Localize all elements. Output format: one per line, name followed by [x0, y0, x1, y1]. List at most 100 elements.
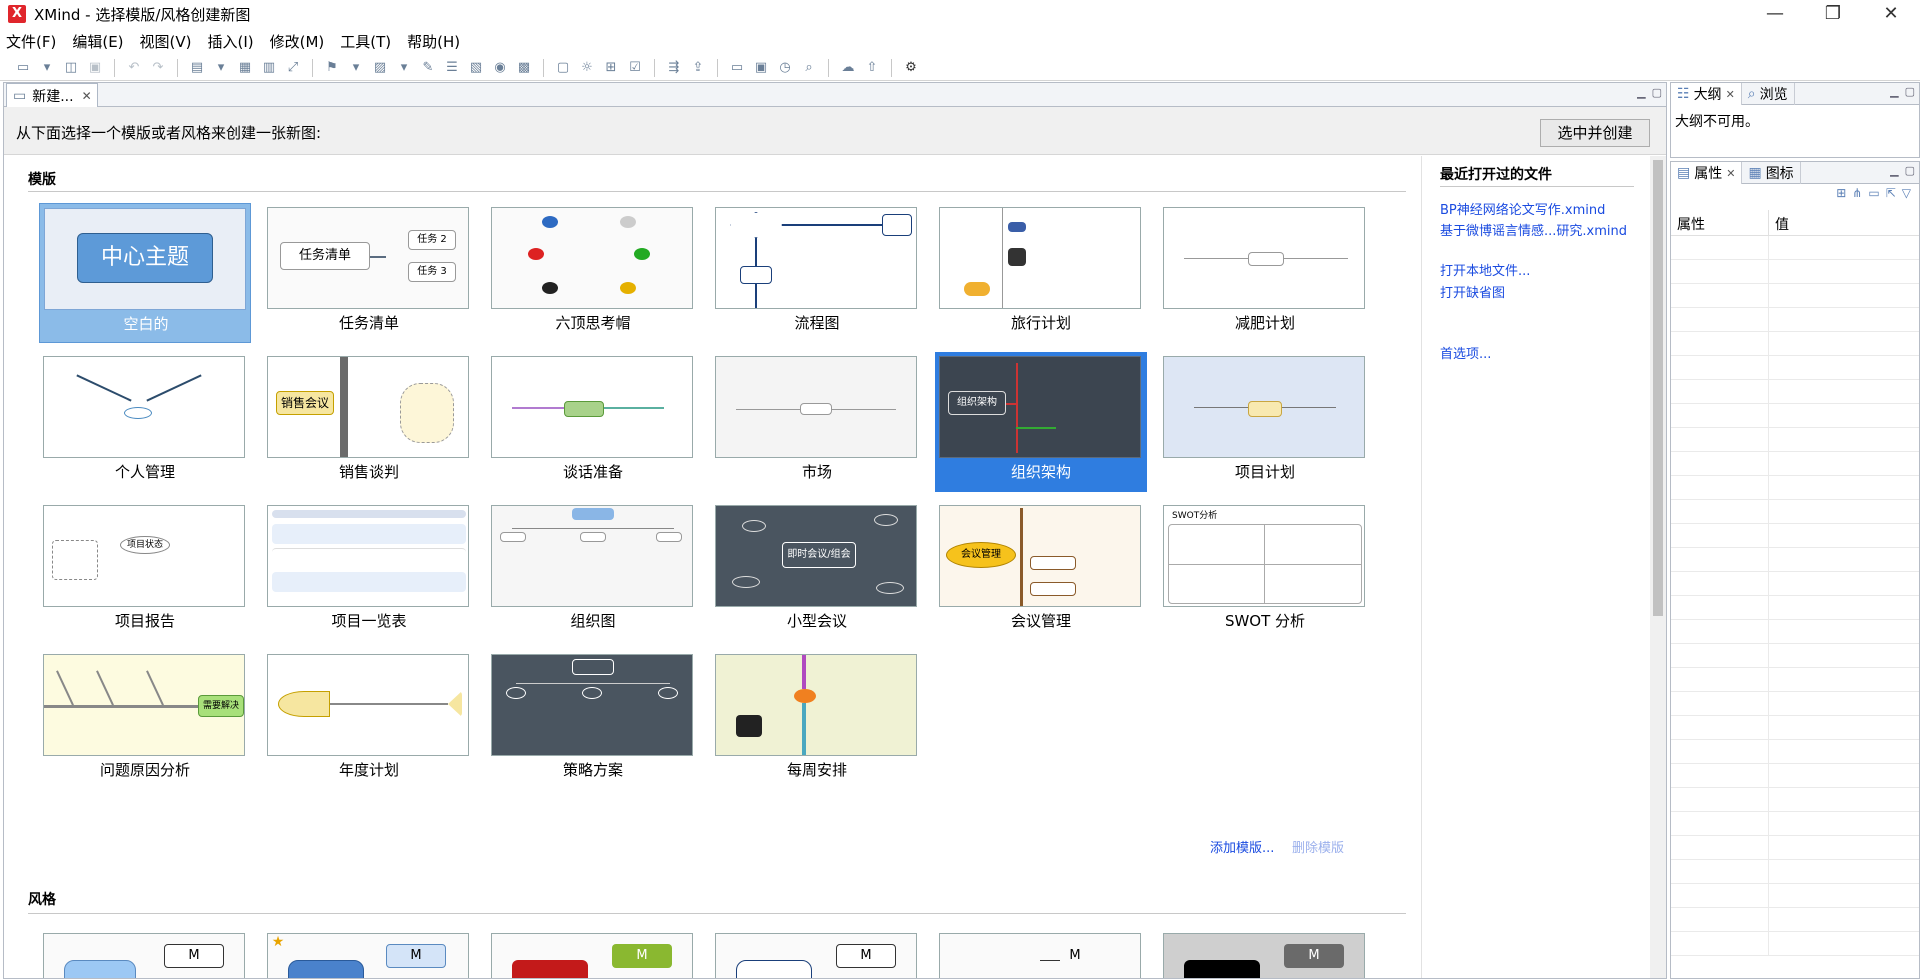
maximize-panel-icon[interactable]: ▢ — [1905, 85, 1915, 98]
dropdown-icon[interactable]: ▾ — [212, 59, 230, 77]
delete-template-link[interactable]: 删除模版 — [1292, 837, 1344, 856]
categorize-icon[interactable]: ⊞ — [1836, 186, 1846, 200]
note-icon[interactable]: ◉ — [491, 59, 509, 77]
template-blank[interactable]: 中心主题 空白的 — [39, 203, 251, 343]
open-icon[interactable]: ◫ — [62, 59, 80, 77]
dropdown-icon[interactable]: ▾ — [38, 59, 56, 77]
dropdown-icon[interactable]: ▾ — [395, 59, 413, 77]
search-icon[interactable]: ⌕ — [800, 59, 818, 77]
subtopic-icon[interactable]: ▦ — [236, 59, 254, 77]
tab-close-icon[interactable]: ✕ — [1726, 167, 1735, 180]
style-thumbnail[interactable]: ★ M — [263, 929, 475, 978]
new-map-icon[interactable]: ▭ — [14, 59, 32, 77]
maximize-button[interactable]: ❐ — [1804, 0, 1862, 28]
preferences-link[interactable]: 首选项... — [1440, 343, 1491, 362]
task-icon[interactable]: ⊞ — [602, 59, 620, 77]
export-icon[interactable]: ⇪ — [689, 59, 707, 77]
style-thumbnail[interactable]: M — [39, 929, 251, 978]
lightbulb-icon[interactable]: ☼ — [578, 59, 596, 77]
style-thumbnail[interactable]: M — [487, 929, 699, 978]
template-strategy-plan[interactable]: 策略方案 — [487, 650, 699, 790]
template-travel-plan[interactable]: 旅行计划 — [935, 203, 1147, 343]
maximize-panel-icon[interactable]: ▢ — [1905, 164, 1915, 177]
template-personal-management[interactable]: 个人管理 — [39, 352, 251, 492]
template-meeting-management[interactable]: 会议管理 会议管理 — [935, 501, 1147, 641]
tab-close-icon[interactable]: ✕ — [82, 89, 92, 103]
add-template-link[interactable]: 添加模版... — [1210, 837, 1274, 856]
attachment-icon[interactable]: ✎ — [419, 59, 437, 77]
menu-file[interactable]: 文件(F) — [6, 31, 56, 52]
template-project-overview[interactable]: 项目一览表 — [263, 501, 475, 641]
label-icon[interactable]: ▧ — [467, 59, 485, 77]
template-market[interactable]: 市场 — [711, 352, 923, 492]
template-annual-plan[interactable]: 年度计划 — [263, 650, 475, 790]
recent-file-link[interactable]: BP神经网络论文写作.xmind — [1440, 199, 1605, 218]
view-menu-icon[interactable]: ▽ — [1902, 186, 1911, 200]
template-org-chart[interactable]: 组织图 — [487, 501, 699, 641]
insert-topic-icon[interactable]: ▤ — [188, 59, 206, 77]
menu-edit[interactable]: 编辑(E) — [72, 31, 123, 52]
share-icon[interactable]: ⇶ — [665, 59, 683, 77]
upload-icon[interactable]: ⇧ — [863, 59, 881, 77]
menu-modify[interactable]: 修改(M) — [270, 31, 325, 52]
template-problem-cause-analysis[interactable]: 需要解决 问题原因分析 — [39, 650, 251, 790]
vertical-scrollbar[interactable] — [1650, 156, 1666, 978]
template-diet-plan[interactable]: 减肥计划 — [1159, 203, 1371, 343]
layout-icon[interactable]: ▭ — [728, 59, 746, 77]
template-flowchart[interactable]: 流程图 — [711, 203, 923, 343]
style-thumbnail[interactable]: M — [1159, 929, 1371, 978]
undo-icon[interactable]: ↶ — [125, 59, 143, 77]
tab-outline[interactable]: ☷ 大纲 ✕ — [1671, 83, 1742, 105]
pin-icon[interactable]: ⇱ — [1886, 186, 1896, 200]
advanced-icon[interactable]: ⋔ — [1852, 186, 1862, 200]
dropdown-icon[interactable]: ▾ — [347, 59, 365, 77]
template-weekly-schedule[interactable]: 每周安排 — [711, 650, 923, 790]
template-project-plan[interactable]: 项目计划 — [1159, 352, 1371, 492]
save-icon[interactable]: ▣ — [86, 59, 104, 77]
filter-icon[interactable]: ☑ — [626, 59, 644, 77]
image-icon[interactable]: ▨ — [371, 59, 389, 77]
minimize-panel-icon[interactable]: ▁ — [1637, 86, 1645, 99]
open-local-file-link[interactable]: 打开本地文件... — [1440, 260, 1530, 279]
menu-tools[interactable]: 工具(T) — [340, 31, 391, 52]
recent-file-link[interactable]: 基于微博谣言情感...研究.xmind — [1440, 220, 1627, 239]
template-talk-preparation[interactable]: 谈话准备 — [487, 352, 699, 492]
menu-help[interactable]: 帮助(H) — [407, 31, 460, 52]
tab-icons[interactable]: ▦ 图标 — [1742, 162, 1801, 184]
tab-close-icon[interactable]: ✕ — [1726, 88, 1735, 101]
redo-icon[interactable]: ↷ — [149, 59, 167, 77]
open-default-map-link[interactable]: 打开缺省图 — [1440, 282, 1505, 301]
template-sales-negotiation[interactable]: 销售会议 销售谈判 — [263, 352, 475, 492]
close-button[interactable]: ✕ — [1862, 0, 1920, 28]
scrollbar-thumb[interactable] — [1653, 160, 1663, 616]
marker-icon[interactable]: ⚑ — [323, 59, 341, 77]
theme-icon[interactable]: ▣ — [752, 59, 770, 77]
settings-icon[interactable]: ⚙ — [902, 59, 920, 77]
minimize-panel-icon[interactable]: ▁ — [1890, 85, 1898, 98]
tab-browse[interactable]: ⌕ 浏览 — [1742, 83, 1795, 105]
relationship-icon[interactable]: ⤢ — [284, 59, 302, 77]
template-six-hats[interactable]: 六顶思考帽 — [487, 203, 699, 343]
create-button[interactable]: 选中并创建 — [1540, 119, 1650, 147]
presentation-icon[interactable]: ▢ — [554, 59, 572, 77]
template-org-structure[interactable]: 组织架构 组织架构 — [935, 352, 1147, 492]
boundary-icon[interactable]: ▩ — [515, 59, 533, 77]
tab-properties[interactable]: ▤ 属性 ✕ — [1671, 162, 1743, 184]
summary-icon[interactable]: ☰ — [443, 59, 461, 77]
style-thumbnail[interactable]: M — [711, 929, 923, 978]
template-swot-analysis[interactable]: SWOT分析 SWOT 分析 — [1159, 501, 1371, 641]
template-small-meeting[interactable]: 即时会议/组会 小型会议 — [711, 501, 923, 641]
template-project-report[interactable]: 项目状态 项目报告 — [39, 501, 251, 641]
maximize-panel-icon[interactable]: ▢ — [1652, 86, 1662, 99]
style-icon[interactable]: ◷ — [776, 59, 794, 77]
cloud-icon[interactable]: ☁ — [839, 59, 857, 77]
template-task-list[interactable]: 任务清单 任务 2 任务 3 任务清单 — [263, 203, 475, 343]
menu-insert[interactable]: 插入(I) — [208, 31, 254, 52]
minimize-button[interactable]: — — [1746, 0, 1804, 28]
detach-icon[interactable]: ▥ — [260, 59, 278, 77]
style-thumbnail[interactable]: M — [935, 929, 1147, 978]
menu-view[interactable]: 视图(V) — [140, 31, 192, 52]
restore-default-icon[interactable]: ▭ — [1868, 186, 1879, 200]
tab-new[interactable]: ▭ 新建... ✕ — [6, 83, 98, 107]
minimize-panel-icon[interactable]: ▁ — [1890, 164, 1898, 177]
